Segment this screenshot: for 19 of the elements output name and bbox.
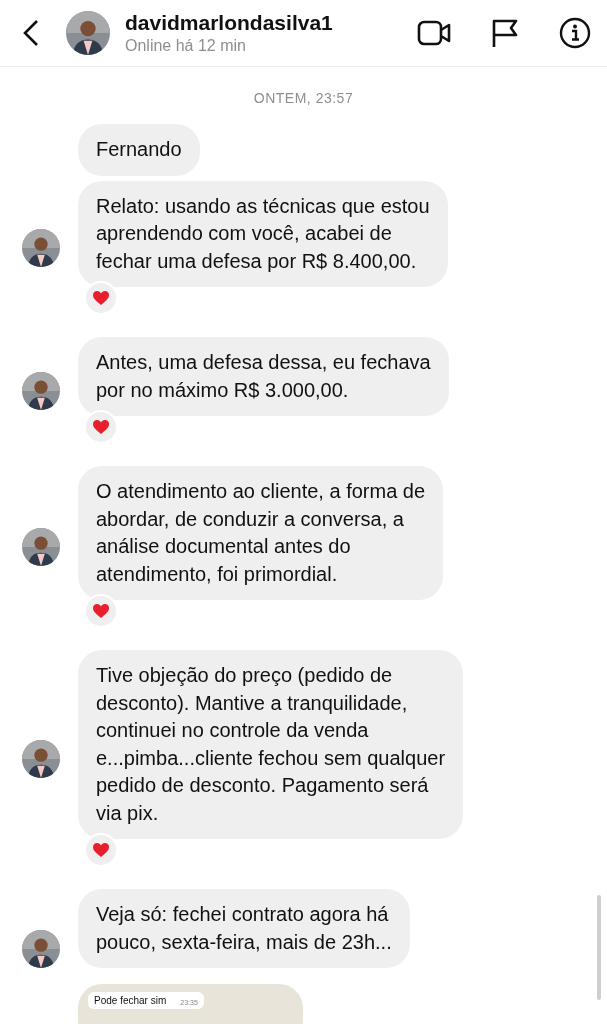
heart-icon bbox=[92, 419, 110, 435]
heart-icon bbox=[92, 842, 110, 858]
message-bubble: O atendimento ao cliente, a forma de abordar, de conduzir a conversa, a análise documental antes do atendimento, foi primordial. bbox=[78, 466, 444, 600]
heart-icon bbox=[92, 290, 110, 306]
message-bubble: Veja só: fechei contrato agora há pouco, sexta-feira, mais de 23h... bbox=[78, 889, 410, 968]
message-bubble: Fernando bbox=[78, 124, 200, 176]
profile-avatar bbox=[66, 11, 110, 55]
message-bubble: Antes, uma defesa dessa, eu fechava por no máximo R$ 3.000,00. bbox=[78, 337, 449, 416]
message-bubble: Tive objeção do preço (pedido de desconto). Mantive a tranquilidade, continuei no controle da venda e...pimba...cliente fechou sem qualquer pedido de desconto. Pagamento será via pix. bbox=[78, 650, 464, 839]
screenshot-message-text: Pode fechar sim bbox=[94, 995, 167, 1006]
contact-name: davidmarlondasilva1 bbox=[125, 11, 334, 35]
flag-icon[interactable] bbox=[491, 18, 519, 48]
date-divider: ONTEM, 23:57 bbox=[252, 90, 355, 106]
online-status: Online há 12 min bbox=[125, 37, 247, 55]
message-bubble: Relato: usando as técnicas que estou aprendendo com você, acabei de fechar uma defesa por R$ 8.400,00. bbox=[78, 180, 448, 287]
video-camera-icon[interactable] bbox=[417, 20, 451, 46]
heart-icon bbox=[92, 603, 110, 619]
back-button[interactable] bbox=[22, 18, 40, 48]
info-icon[interactable] bbox=[559, 17, 591, 49]
